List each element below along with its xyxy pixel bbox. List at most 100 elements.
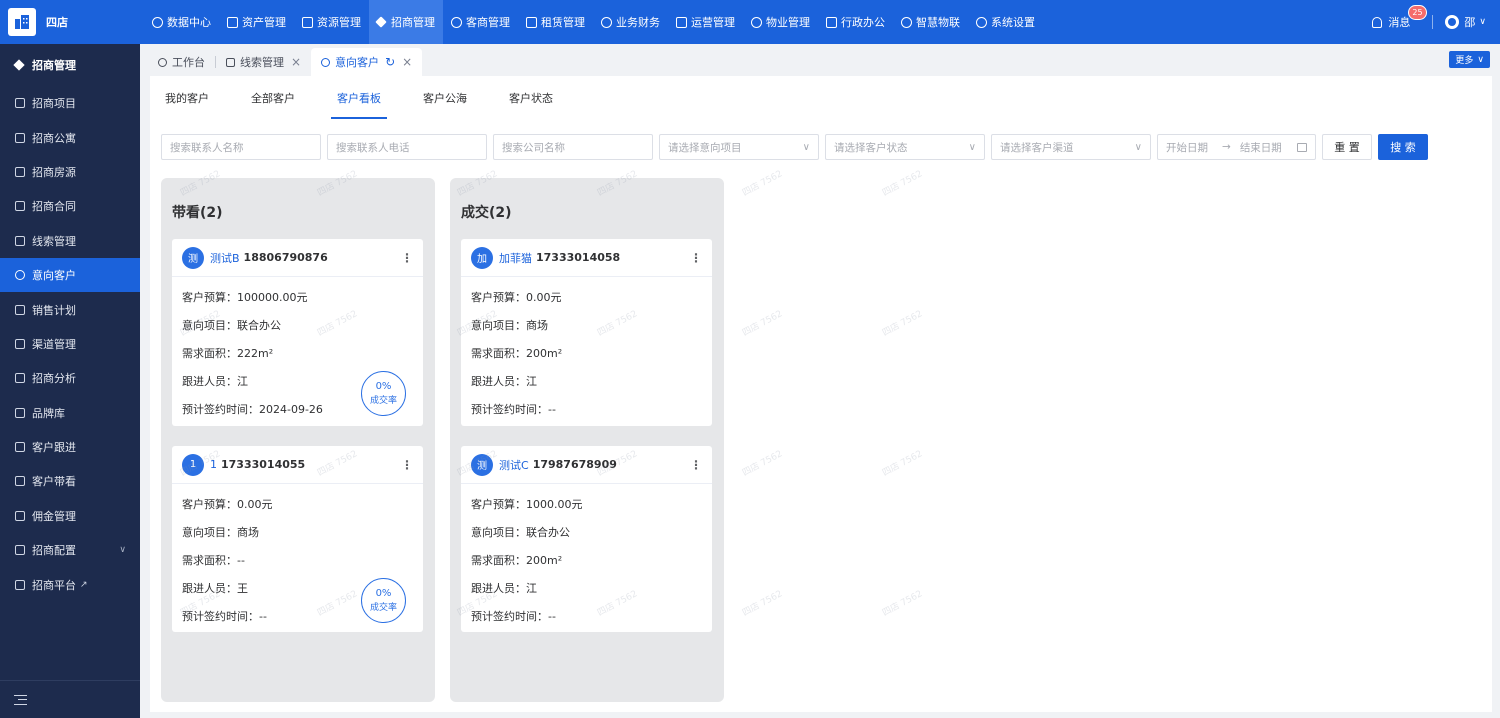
home-icon xyxy=(751,16,762,28)
more-vertical-icon[interactable]: ⋮ xyxy=(690,458,702,472)
tab-my-customers[interactable]: 我的客户 xyxy=(150,76,224,120)
close-icon[interactable]: × xyxy=(402,55,412,69)
topnav-item-office[interactable]: 行政办公 xyxy=(818,0,893,44)
sidebar-item-projects[interactable]: 招商项目 xyxy=(0,86,140,120)
customer-avatar: 测 xyxy=(182,246,204,269)
topnav-item-iot[interactable]: 智慧物联 xyxy=(893,0,968,44)
sidebar-item-apartments[interactable]: 招商公寓 xyxy=(0,120,140,154)
lead-icon xyxy=(15,235,25,246)
apartment-icon xyxy=(15,132,25,143)
customer-avatar: 测 xyxy=(471,453,493,476)
follow-icon xyxy=(15,442,25,453)
customer-name-link[interactable]: 加菲猫 xyxy=(499,250,532,266)
user-name: 邵 xyxy=(1464,16,1476,29)
topnav-item-property[interactable]: 物业管理 xyxy=(743,0,818,44)
iot-icon xyxy=(901,16,912,28)
deal-rate-label: 成交率 xyxy=(369,395,397,406)
customer-card[interactable]: 加 加菲猫 17333014058 ⋮ 客户预算：0.00元 意向项目：商场 需… xyxy=(461,239,712,426)
tab-customer-status[interactable]: 客户状态 xyxy=(494,76,568,120)
customer-phone: 17333014058 xyxy=(536,251,621,264)
tab-customer-board[interactable]: 客户看板 xyxy=(322,76,396,120)
customer-card[interactable]: 测 测试C 17987678909 ⋮ 客户预算：1000.00元 意向项目：联… xyxy=(461,446,712,632)
customer-name-link[interactable]: 测试B xyxy=(210,250,240,266)
tab-customer-pool[interactable]: 客户公海 xyxy=(408,76,482,120)
company-search-input[interactable]: 搜索公司名称 xyxy=(493,134,653,160)
tab-workbench[interactable]: 工作台 xyxy=(148,48,215,76)
reset-button[interactable]: 重 置 xyxy=(1322,134,1372,160)
contact-phone-search-input[interactable]: 搜索联系人电话 xyxy=(327,134,487,160)
sidebar-item-contracts[interactable]: 招商合同 xyxy=(0,189,140,223)
search-button[interactable]: 搜 索 xyxy=(1378,134,1428,160)
topnav-item-lease[interactable]: 租赁管理 xyxy=(518,0,593,44)
sidebar-item-leads[interactable]: 线索管理 xyxy=(0,224,140,258)
messages-button[interactable]: 消息 25 xyxy=(1372,5,1427,30)
topnav-item-finance[interactable]: 业务财务 xyxy=(593,0,668,44)
sidebar-header: 招商管理 xyxy=(0,44,140,86)
watermark: 四店 7562 xyxy=(740,589,785,619)
sidebar-item-brands[interactable]: 品牌库 xyxy=(0,396,140,430)
more-vertical-icon[interactable]: ⋮ xyxy=(401,251,413,265)
topnav-item-asset[interactable]: 资产管理 xyxy=(219,0,294,44)
sidebar-item-follow-up[interactable]: 客户跟进 xyxy=(0,430,140,464)
sidebar-item-commission[interactable]: 佣金管理 xyxy=(0,499,140,533)
gear-icon xyxy=(976,16,987,28)
config-icon xyxy=(15,545,25,556)
topnav-item-operation[interactable]: 运营管理 xyxy=(668,0,743,44)
project-select[interactable]: 请选择意向项目 ∨ xyxy=(659,134,819,160)
more-tabs-button[interactable]: 更多 ∨ xyxy=(1449,51,1490,68)
user-menu[interactable]: 邵 ∨ xyxy=(1445,14,1486,30)
sidebar-item-analysis[interactable]: 招商分析 xyxy=(0,361,140,395)
deal-rate-indicator: 0% 成交率 xyxy=(361,371,406,416)
intended-project: 意向项目：商场 xyxy=(471,319,548,332)
sidebar-item-houses[interactable]: 招商房源 xyxy=(0,155,140,189)
intended-project: 意向项目：联合办公 xyxy=(471,526,570,539)
more-vertical-icon[interactable]: ⋮ xyxy=(690,251,702,265)
app-logo[interactable]: 四店 xyxy=(0,0,140,44)
contact-name-search-input[interactable]: 搜索联系人名称 xyxy=(161,134,321,160)
customer-name-link[interactable]: 1 xyxy=(210,458,217,471)
sidebar-item-intended-customers[interactable]: 意向客户 xyxy=(0,257,140,293)
more-vertical-icon[interactable]: ⋮ xyxy=(401,458,413,472)
customer-name-link[interactable]: 测试C xyxy=(499,457,529,473)
topnav-item-data-center[interactable]: 数据中心 xyxy=(144,0,219,44)
topnav-item-investment[interactable]: 招商管理 xyxy=(369,0,443,44)
topnav-item-resource[interactable]: 资源管理 xyxy=(294,0,369,44)
channel-select[interactable]: 请选择客户渠道 ∨ xyxy=(991,134,1151,160)
required-area: 需求面积：200m² xyxy=(471,554,563,567)
customer-card[interactable]: 1 1 17333014055 ⋮ 客户预算：0.00元 意向项目：商场 需求面… xyxy=(172,446,423,632)
start-date-input[interactable]: 开始日期 xyxy=(1166,140,1208,155)
watermark: 四店 7562 xyxy=(740,309,785,339)
sidebar-item-channels[interactable]: 渠道管理 xyxy=(0,327,140,361)
sidebar-collapse-button[interactable] xyxy=(0,680,140,718)
tab-intended-customers[interactable]: 意向客户 ↻ × xyxy=(311,48,423,76)
chevron-down-icon: ∨ xyxy=(802,141,810,153)
sidebar-item-config[interactable]: 招商配置 ∨ xyxy=(0,533,140,567)
expected-sign-time: 预计签约时间：-- xyxy=(471,403,556,416)
monitor-icon xyxy=(826,16,837,28)
refresh-icon[interactable]: ↻ xyxy=(385,55,395,69)
dashboard-icon xyxy=(152,16,163,28)
topnav-item-merchant[interactable]: 客商管理 xyxy=(443,0,518,44)
analysis-icon xyxy=(15,373,25,384)
close-icon[interactable]: × xyxy=(291,55,301,69)
tab-leads[interactable]: 线索管理 × xyxy=(216,48,311,76)
customer-budget: 客户预算：0.00元 xyxy=(182,498,273,511)
end-date-input[interactable]: 结束日期 xyxy=(1240,140,1282,155)
required-area: 需求面积：222m² xyxy=(182,347,274,360)
lead-icon xyxy=(226,57,235,67)
deal-rate-value: 0% xyxy=(375,587,392,599)
sidebar-item-viewing[interactable]: 客户带看 xyxy=(0,464,140,498)
tag-icon xyxy=(13,59,25,71)
sidebar-item-sales-plan[interactable]: 销售计划 xyxy=(0,292,140,326)
customer-card[interactable]: 测 测试B 18806790876 ⋮ 客户预算：100000.00元 意向项目… xyxy=(172,239,423,426)
cube-icon xyxy=(227,16,238,28)
tab-all-customers[interactable]: 全部客户 xyxy=(236,76,310,120)
message-count-badge: 25 xyxy=(1408,5,1427,20)
customer-view-tabs: 我的客户 全部客户 客户看板 客户公海 客户状态 xyxy=(150,76,580,120)
customer-phone: 17333014055 xyxy=(221,458,306,471)
follower: 跟进人员：江 xyxy=(471,582,537,595)
sidebar-item-platform[interactable]: 招商平台 ↗ xyxy=(0,567,140,601)
topnav-item-settings[interactable]: 系统设置 xyxy=(968,0,1043,44)
status-select[interactable]: 请选择客户状态 ∨ xyxy=(825,134,985,160)
date-range-picker[interactable]: 开始日期 → 结束日期 xyxy=(1157,134,1316,160)
